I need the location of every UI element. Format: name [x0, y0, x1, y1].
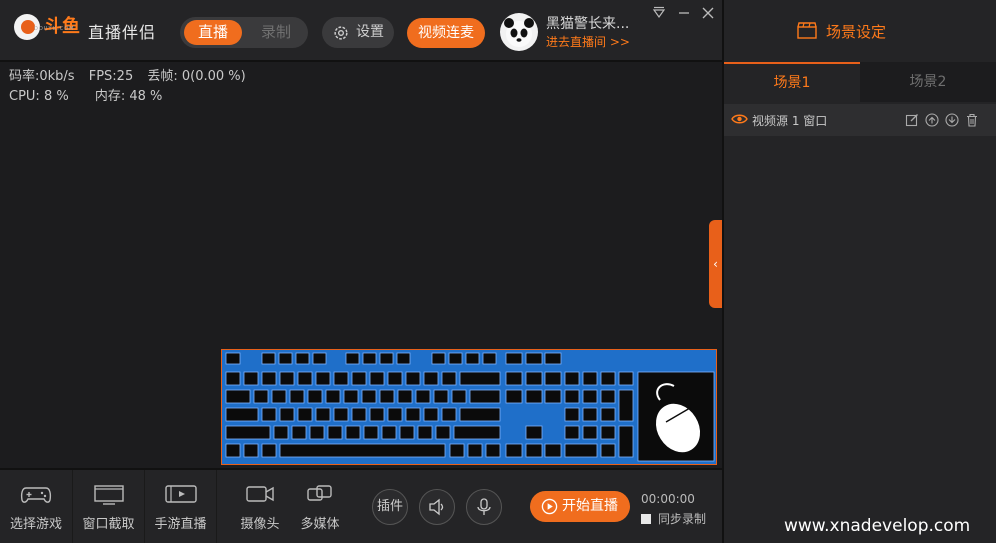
play-icon: [541, 498, 558, 515]
mobile-screen-icon: [164, 485, 197, 503]
tab-scene-2[interactable]: 场景2: [860, 62, 996, 102]
camera-button[interactable]: 摄像头: [230, 470, 290, 543]
camera-icon: [246, 486, 274, 502]
record-mode-tab[interactable]: 录制: [252, 20, 300, 45]
app-title: 直播伴侣: [88, 23, 157, 42]
source-label: 视频源 1 窗口: [752, 114, 828, 128]
gamepad-icon: [20, 487, 52, 503]
memory-stat: 内存: 48 %: [94, 89, 163, 104]
speaker-icon: [429, 498, 444, 516]
user-name: 黑猫警长来...: [546, 16, 630, 32]
microphone-icon: [477, 498, 491, 515]
live-timer: 00:00:00: [641, 492, 695, 506]
start-live-label: 开始直播: [562, 498, 618, 514]
microphone-button[interactable]: [466, 489, 502, 525]
clapperboard-icon: [797, 22, 817, 39]
live-mode-tab[interactable]: 直播: [184, 20, 242, 45]
scene-panel-header: 场景设定: [724, 0, 996, 62]
main-area: 斗鱼 DOUYU.COM 直播伴侣 直播 录制 设置 视频连麦 黑猫警长来...…: [0, 0, 722, 543]
keyboard-mouse-graphic: [225, 352, 715, 462]
move-up-icon[interactable]: [925, 113, 939, 127]
bottom-toolbar: 选择游戏 窗口截取 手游直播 摄像头 多媒体 插件 开始直播 00:00:00 …: [0, 468, 722, 543]
camera-label: 摄像头: [240, 517, 280, 532]
eye-icon[interactable]: [731, 113, 748, 125]
avatar[interactable]: [500, 13, 538, 51]
delete-icon[interactable]: [965, 113, 979, 127]
scene-panel: 场景设定 场景1 场景2 视频源 1 窗口: [722, 0, 996, 543]
close-icon[interactable]: [700, 6, 716, 22]
multimedia-icon: [307, 485, 332, 501]
speaker-button[interactable]: [419, 489, 455, 525]
scene-tabs: 场景1 场景2: [724, 62, 996, 102]
edit-icon[interactable]: [905, 113, 919, 127]
cpu-stat: CPU: 8 %: [9, 89, 69, 104]
multimedia-label: 多媒体: [300, 517, 340, 532]
enter-room-link[interactable]: 进去直播间 >>: [546, 33, 630, 50]
multimedia-button[interactable]: 多媒体: [290, 470, 350, 543]
move-down-icon[interactable]: [945, 113, 959, 127]
collapse-panel-tab[interactable]: ‹: [709, 220, 722, 308]
dropped-frames-stat: 丢帧: 0(0.00 %): [147, 69, 246, 84]
window-capture-button[interactable]: 窗口截取: [73, 470, 145, 543]
video-mic-link-button[interactable]: 视频连麦: [407, 18, 485, 48]
sync-record-checkbox[interactable]: 同步录制: [641, 510, 706, 527]
settings-label: 设置: [356, 24, 384, 40]
start-live-button[interactable]: 开始直播: [530, 491, 630, 522]
fps-stat: FPS:25: [88, 69, 134, 84]
tab-scene-1[interactable]: 场景1: [724, 62, 860, 102]
bitrate-stat: 码率:0kb/s: [9, 69, 75, 84]
source-list-item[interactable]: 视频源 1 窗口: [724, 104, 996, 136]
dropdown-menu-icon[interactable]: [651, 6, 667, 22]
select-game-button[interactable]: 选择游戏: [0, 470, 73, 543]
sync-record-label: 同步录制: [658, 512, 707, 526]
keyboard-overlay-source[interactable]: [221, 349, 717, 465]
settings-button[interactable]: 设置: [322, 17, 394, 48]
mobile-live-label: 手游直播: [154, 517, 207, 532]
minimize-icon[interactable]: [676, 6, 692, 22]
logo-subtext: DOUYU.COM: [34, 26, 75, 32]
scene-settings-title: 场景设定: [826, 23, 887, 41]
select-game-label: 选择游戏: [9, 517, 62, 532]
stream-stats: 码率:0kb/s FPS:25 丢帧: 0(0.00 %) CPU: 8 % 内…: [9, 67, 256, 107]
window-capture-label: 窗口截取: [82, 517, 135, 532]
mode-switch: 直播 录制: [180, 17, 308, 48]
top-bar: 斗鱼 DOUYU.COM 直播伴侣 直播 录制 设置 视频连麦 黑猫警长来...…: [0, 0, 722, 62]
checkbox-box[interactable]: [641, 513, 651, 524]
monitor-icon: [93, 485, 124, 505]
plugin-button[interactable]: 插件: [372, 489, 408, 525]
watermark-text: www.xnadevelop.com: [784, 516, 971, 536]
panda-avatar-icon: [504, 18, 534, 47]
mobile-live-button[interactable]: 手游直播: [145, 470, 217, 543]
gear-icon: [334, 26, 348, 40]
